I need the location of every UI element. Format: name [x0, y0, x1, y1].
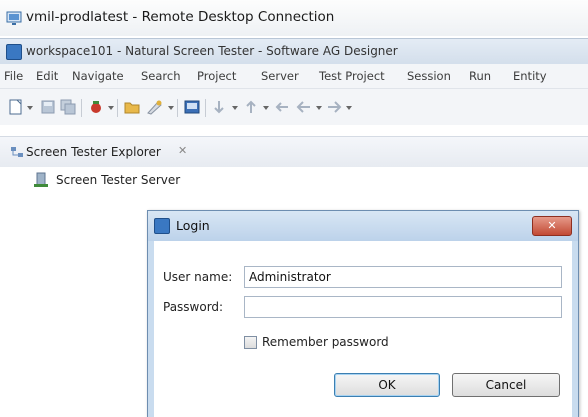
toolbar-separator [81, 99, 82, 117]
menu-server[interactable]: Server [261, 69, 299, 83]
ok-button[interactable]: OK [334, 373, 440, 397]
open-folder-icon[interactable] [124, 99, 140, 115]
menu-search[interactable]: Search [141, 69, 181, 83]
menu-session[interactable]: Session [407, 69, 451, 83]
run-dropdown-icon[interactable] [168, 106, 174, 110]
toolbar-separator [205, 99, 206, 117]
prev-annotation-icon[interactable] [244, 99, 258, 115]
designer-app-icon [6, 44, 22, 60]
new-icon[interactable] [8, 99, 24, 115]
toolbar [0, 89, 588, 125]
save-all-icon[interactable] [60, 99, 76, 115]
debug-dropdown-icon[interactable] [108, 106, 114, 110]
server-icon [34, 172, 48, 187]
close-icon[interactable]: ✕ [532, 216, 572, 236]
login-dialog-title: Login [176, 218, 210, 233]
username-input[interactable] [244, 266, 562, 288]
menu-project[interactable]: Project [197, 69, 236, 83]
login-dialog-body: User name: Password: Remember password O… [154, 241, 572, 417]
toolbar-separator [117, 99, 118, 117]
menu-entity[interactable]: Entity [513, 69, 547, 83]
dialog-app-icon [154, 218, 170, 234]
new-dropdown-icon[interactable] [27, 106, 33, 110]
debug-icon[interactable] [88, 99, 104, 115]
last-edit-icon[interactable] [274, 99, 290, 115]
remember-password-checkbox[interactable] [244, 336, 257, 349]
back-icon[interactable] [296, 99, 312, 115]
prev-annotation-dropdown-icon[interactable] [263, 106, 269, 110]
explorer-tab-label: Screen Tester Explorer [26, 145, 161, 159]
close-icon[interactable]: ✕ [178, 144, 187, 157]
login-dialog: Login ✕ User name: Password: Remember pa… [147, 210, 579, 417]
menu-run[interactable]: Run [469, 69, 491, 83]
menu-navigate[interactable]: Navigate [72, 69, 124, 83]
rdp-window-title: vmil-prodlatest - Remote Desktop Connect… [26, 9, 335, 25]
remote-desktop-icon [6, 11, 22, 25]
cancel-button[interactable]: Cancel [452, 373, 560, 397]
menu-edit[interactable]: Edit [36, 69, 58, 83]
menu-file[interactable]: File [4, 69, 23, 83]
explorer-icon [11, 147, 23, 157]
next-annotation-icon[interactable] [212, 99, 226, 115]
back-dropdown-icon[interactable] [316, 106, 322, 110]
login-dialog-title-bar[interactable]: Login ✕ [148, 211, 578, 241]
rdp-title-bar: vmil-prodlatest - Remote Desktop Connect… [0, 0, 588, 36]
password-label: Password: [163, 300, 224, 314]
remember-password-label: Remember password [262, 335, 389, 349]
username-label: User name: [163, 270, 233, 284]
save-icon[interactable] [40, 99, 56, 115]
designer-title-bar: workspace101 - Natural Screen Tester - S… [0, 38, 588, 65]
menu-bar: File Edit Navigate Search Project Server… [0, 64, 588, 89]
run-icon[interactable] [146, 99, 164, 115]
tree-item-label: Screen Tester Server [56, 173, 181, 187]
console-icon[interactable] [184, 99, 200, 115]
password-input[interactable] [244, 296, 562, 318]
forward-icon[interactable] [326, 99, 342, 115]
designer-window-title: workspace101 - Natural Screen Tester - S… [26, 44, 398, 58]
menu-test-project[interactable]: Test Project [319, 69, 385, 83]
explorer-view-tab[interactable]: Screen Tester Explorer ✕ [0, 136, 588, 167]
next-annotation-dropdown-icon[interactable] [232, 106, 238, 110]
forward-dropdown-icon[interactable] [346, 106, 352, 110]
toolbar-separator [177, 99, 178, 117]
